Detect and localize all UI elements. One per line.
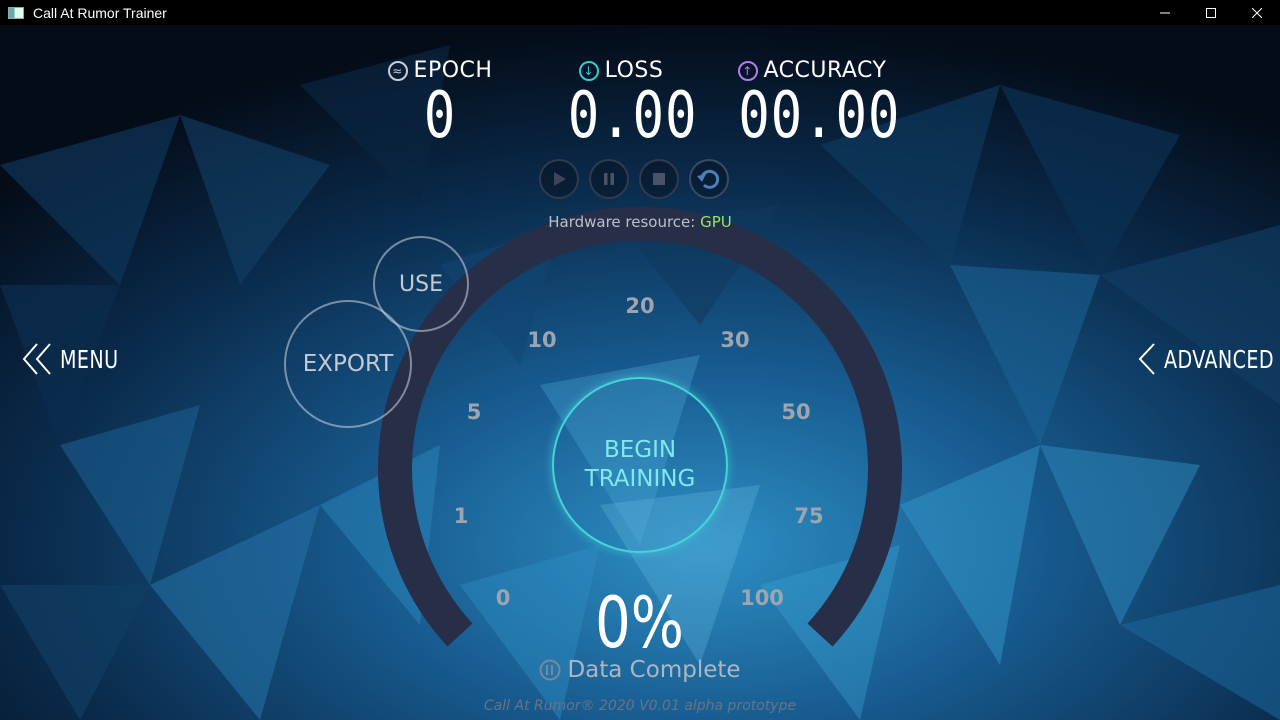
accuracy-value: 00.00 xyxy=(738,79,901,153)
menu-label: MENU xyxy=(60,344,119,374)
hardware-label: Hardware resource: xyxy=(548,213,696,231)
gauge-tick-label: 30 xyxy=(720,328,750,352)
pause-button[interactable] xyxy=(589,159,629,199)
down-arrow-icon: ↓ xyxy=(578,60,599,81)
gauge-tick-label: 5 xyxy=(466,400,482,424)
gauge-tick-label: 10 xyxy=(527,328,557,352)
begin-label-line1: BEGIN xyxy=(603,437,677,463)
footer-version: Call At Rumor® 2020 V0.01 alpha prototyp… xyxy=(483,698,797,714)
double-chevron-left-icon xyxy=(22,343,51,375)
reset-icon xyxy=(697,169,720,189)
gauge-tick-label: 1 xyxy=(453,504,469,528)
use-label: USE xyxy=(399,271,443,297)
accuracy-stat: ↑ ACCURACY 00.00 xyxy=(722,58,902,149)
advanced-label: ADVANCED xyxy=(1164,344,1275,374)
minimize-button[interactable] xyxy=(1142,0,1188,25)
title-bar: Call At Rumor Trainer xyxy=(0,0,1280,25)
training-controls xyxy=(539,159,729,199)
stop-icon xyxy=(653,173,665,185)
maximize-button[interactable] xyxy=(1188,0,1234,25)
hardware-value: GPU xyxy=(700,213,732,231)
chevron-left-icon xyxy=(1138,343,1155,375)
export-button[interactable]: EXPORT xyxy=(284,300,412,428)
gauge-tick-label: 50 xyxy=(781,400,811,424)
data-progress-icon xyxy=(539,659,561,681)
progress-percent-text: 0% xyxy=(595,582,685,664)
main-stage: ≈ EPOCH 0 ↓ LOSS 0.00 ↑ ACCURACY 00.00 H… xyxy=(0,25,1280,720)
export-label: EXPORT xyxy=(302,351,394,377)
cycle-icon: ≈ xyxy=(387,60,408,81)
epoch-stat: ≈ EPOCH 0 xyxy=(372,58,508,149)
play-button[interactable] xyxy=(539,159,579,199)
stop-button[interactable] xyxy=(639,159,679,199)
menu-nav[interactable]: MENU xyxy=(22,343,129,375)
loss-stat: ↓ LOSS 0.00 xyxy=(556,58,698,153)
gauge-tick-label: 75 xyxy=(794,504,824,528)
advanced-nav[interactable]: ADVANCED xyxy=(1138,343,1280,375)
reset-button[interactable] xyxy=(689,159,729,199)
progress-percent: 0% xyxy=(0,585,1280,661)
begin-label-line2: TRAINING xyxy=(584,466,696,492)
data-complete: Data Complete xyxy=(0,657,1280,683)
gauge-tick-label: 20 xyxy=(625,294,655,318)
loss-value: 0.00 xyxy=(567,79,698,153)
up-arrow-icon: ↑ xyxy=(737,60,758,81)
hardware-resource: Hardware resource: GPU xyxy=(0,213,1280,231)
play-icon xyxy=(554,172,566,186)
epoch-value: 0 xyxy=(423,79,457,153)
app-icon xyxy=(8,6,24,19)
window-controls xyxy=(1142,0,1280,25)
begin-training-button[interactable]: BEGIN TRAINING xyxy=(552,377,728,553)
close-button[interactable] xyxy=(1234,0,1280,25)
pause-icon xyxy=(604,173,614,185)
data-complete-label: Data Complete xyxy=(567,657,741,683)
window-title: Call At Rumor Trainer xyxy=(33,4,167,21)
